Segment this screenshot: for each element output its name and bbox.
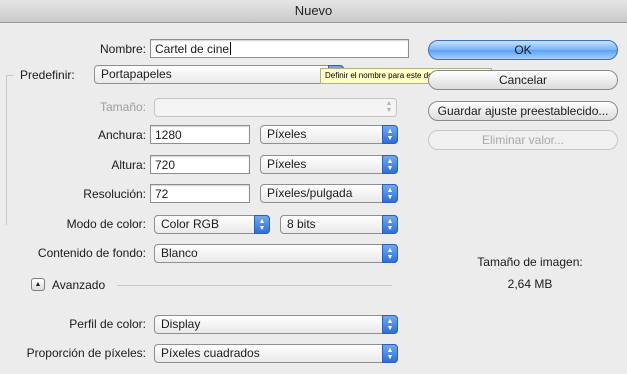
resolucion-value: 72 (155, 187, 169, 201)
fondo-label: Contenido de fondo: (37, 246, 146, 260)
nombre-input[interactable]: Cartel de cine (150, 39, 409, 58)
perfil-label: Perfil de color: (69, 317, 146, 331)
tamano-select[interactable]: ▲ ▼ (154, 98, 397, 117)
nombre-label: Nombre: (99, 42, 146, 56)
delete-preset-button[interactable]: Eliminar valor... (428, 130, 618, 150)
cancel-button[interactable]: Cancelar (428, 70, 618, 90)
updown-arrows-icon: ▲▼ (382, 184, 398, 203)
proporcion-value: Píxeles cuadrados (161, 346, 260, 360)
avanzado-label: Avanzado (52, 278, 106, 292)
updown-arrows-icon: ▲▼ (382, 244, 398, 263)
modo-label: Modo de color: (66, 217, 146, 231)
updown-arrows-icon: ▲▼ (385, 100, 393, 114)
anchura-value: 1280 (155, 128, 182, 142)
altura-unit-select[interactable]: Píxeles ▲ ▼ (260, 155, 398, 174)
modo-select[interactable]: Color RGB ▲ ▼ (154, 215, 270, 234)
resolucion-unit-value: Píxeles/pulgada (267, 186, 353, 200)
nombre-value: Cartel de cine (155, 42, 230, 56)
tamano-label: Tamaño: (99, 100, 146, 114)
preset-group-border (6, 75, 14, 76)
ok-button[interactable]: OK (428, 40, 618, 60)
predefinir-select[interactable]: Portapapeles ▲▼ (94, 65, 344, 84)
updown-arrows-icon: ▲▼ (382, 125, 398, 144)
anchura-input[interactable]: 1280 (150, 125, 250, 144)
modo-value: Color RGB (161, 217, 220, 231)
proporcion-select[interactable]: Píxeles cuadrados ▲ ▼ (154, 344, 398, 363)
anchura-unit-value: Píxeles (267, 127, 307, 141)
altura-value: 720 (155, 158, 176, 172)
predefinir-value: Portapapeles (101, 67, 172, 81)
resolucion-input[interactable]: 72 (150, 184, 250, 203)
anchura-label: Anchura: (97, 128, 146, 142)
perfil-value: Display (161, 317, 201, 331)
altura-label: Altura: (111, 158, 146, 172)
updown-arrows-icon: ▲▼ (382, 215, 398, 234)
window-title: Nuevo (294, 3, 333, 18)
proporcion-label: Proporción de píxeles: (26, 346, 146, 360)
perfil-select[interactable]: Display ▲ ▼ (154, 315, 398, 334)
bits-select[interactable]: 8 bits ▲ ▼ (280, 215, 398, 234)
save-preset-button[interactable]: Guardar ajuste preestablecido... (428, 101, 618, 121)
disclosure-up-icon[interactable]: ▲ (31, 278, 45, 291)
altura-unit-value: Píxeles (267, 157, 307, 171)
updown-arrows-icon: ▲▼ (382, 155, 398, 174)
anchura-unit-select[interactable]: Píxeles ▲ ▼ (260, 125, 398, 144)
resolucion-label: Resolución: (83, 187, 146, 201)
bits-value: 8 bits (287, 217, 316, 231)
preset-group-border-left (6, 75, 7, 225)
altura-input[interactable]: 720 (150, 155, 250, 174)
resolucion-unit-select[interactable]: Píxeles/pulgada ▲ ▼ (260, 184, 398, 203)
new-document-dialog: Nombre: Cartel de cine Predefinir: Porta… (0, 23, 627, 374)
text-caret (230, 42, 232, 55)
window-titlebar: Nuevo (0, 0, 627, 23)
image-size-value: 2,64 MB (507, 277, 553, 291)
avanzado-separator (117, 285, 392, 286)
fondo-select[interactable]: Blanco ▲ ▼ (154, 244, 398, 263)
updown-arrows-icon: ▲▼ (382, 315, 398, 334)
updown-arrows-icon: ▲▼ (254, 215, 270, 234)
image-size-label: Tamaño de imagen: (477, 255, 583, 269)
updown-arrows-icon: ▲▼ (382, 344, 398, 363)
predefinir-label: Predefinir: (20, 68, 75, 82)
fondo-value: Blanco (161, 246, 198, 260)
